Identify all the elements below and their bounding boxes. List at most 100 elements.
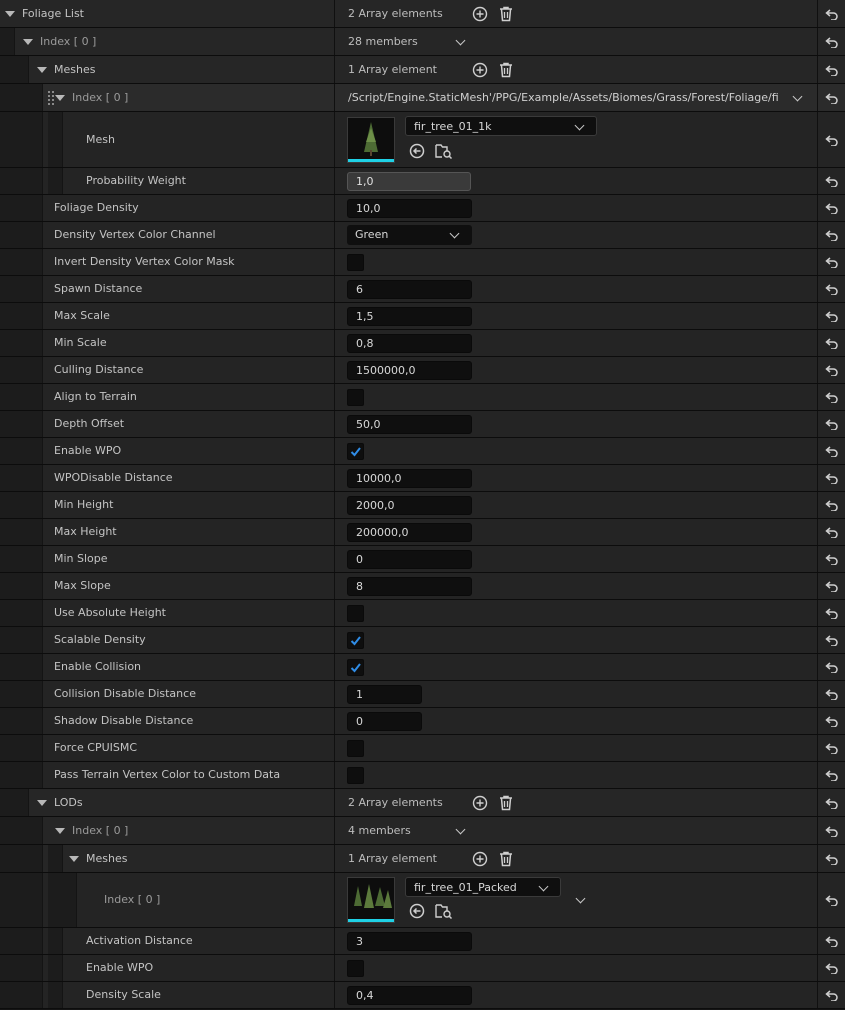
use-selected-asset-icon[interactable] — [409, 903, 425, 922]
reset-to-default-icon[interactable] — [817, 384, 845, 410]
chevron-down-icon[interactable] — [538, 881, 549, 892]
add-element-icon[interactable] — [472, 62, 488, 81]
foliage-list-row: Foliage List 2 Array elements — [0, 0, 845, 28]
expand-arrow-icon[interactable] — [55, 95, 65, 101]
reset-to-default-icon[interactable] — [817, 817, 845, 844]
reset-to-default-icon[interactable] — [817, 168, 845, 194]
spawn-distance-input[interactable]: 6 — [347, 280, 472, 299]
density-vertex-color-channel-select[interactable]: Green — [347, 225, 472, 245]
delete-all-icon[interactable] — [499, 62, 513, 81]
shadow-disable-distance-row: Shadow Disable Distance 0 — [0, 708, 845, 735]
probability-weight-input[interactable]: 1,0 — [347, 172, 471, 191]
max-scale-label: Max Scale — [54, 309, 110, 322]
reset-to-default-icon[interactable] — [817, 627, 845, 653]
reset-to-default-icon[interactable] — [817, 84, 845, 111]
shadow-disable-distance-input[interactable]: 0 — [347, 712, 422, 731]
expand-arrow-icon[interactable] — [37, 800, 47, 806]
chevron-down-icon[interactable] — [455, 35, 466, 46]
delete-all-icon[interactable] — [499, 795, 513, 814]
density-scale-input[interactable]: 0,4 — [347, 986, 472, 1005]
activation-distance-input[interactable]: 3 — [347, 932, 472, 951]
wpodisable-distance-input[interactable]: 10000,0 — [347, 469, 472, 488]
depth-offset-input[interactable]: 50,0 — [347, 415, 472, 434]
expand-arrow-icon[interactable] — [37, 67, 47, 73]
expand-arrow-icon[interactable] — [23, 39, 33, 45]
reset-to-default-icon[interactable] — [817, 519, 845, 545]
reset-to-default-icon[interactable] — [817, 955, 845, 981]
reset-to-default-icon[interactable] — [817, 681, 845, 707]
add-element-icon[interactable] — [472, 6, 488, 25]
invert-density-vertex-color-mask-checkbox[interactable] — [347, 254, 364, 271]
spawn-distance-row: Spawn Distance 6 — [0, 276, 845, 303]
reset-to-default-icon[interactable] — [817, 708, 845, 734]
delete-all-icon[interactable] — [499, 851, 513, 870]
reset-to-default-icon[interactable] — [817, 438, 845, 464]
chevron-down-icon[interactable] — [455, 824, 466, 835]
mesh-asset-picker[interactable]: fir_tree_01_1k — [405, 116, 597, 136]
expand-arrow-icon[interactable] — [55, 828, 65, 834]
scalable-density-checkbox[interactable] — [347, 632, 364, 649]
drag-handle-icon[interactable] — [48, 91, 54, 108]
reset-to-default-icon[interactable] — [817, 546, 845, 572]
min-slope-input[interactable]: 0 — [347, 550, 472, 569]
wpodisable-distance-label: WPODisable Distance — [54, 471, 173, 484]
lod-mesh-asset-picker[interactable]: fir_tree_01_Packed — [405, 877, 561, 897]
chevron-down-icon[interactable] — [792, 91, 803, 102]
reset-to-default-icon[interactable] — [817, 222, 845, 248]
foliage-density-input[interactable]: 10,0 — [347, 199, 472, 218]
force-cpuismc-row: Force CPUISMC — [0, 735, 845, 762]
max-scale-input[interactable]: 1,5 — [347, 307, 472, 326]
reset-to-default-icon[interactable] — [817, 411, 845, 437]
expand-arrow-icon[interactable] — [69, 856, 79, 862]
use-absolute-height-checkbox[interactable] — [347, 605, 364, 622]
max-height-input[interactable]: 200000,0 — [347, 523, 472, 542]
reset-to-default-icon[interactable] — [817, 845, 845, 872]
reset-to-default-icon[interactable] — [817, 195, 845, 221]
enable-wpo-checkbox[interactable] — [347, 443, 364, 460]
reset-to-default-icon[interactable] — [817, 873, 845, 927]
reset-to-default-icon[interactable] — [817, 0, 845, 27]
lod-mesh-thumbnail[interactable] — [347, 877, 395, 923]
add-element-icon[interactable] — [472, 851, 488, 870]
align-to-terrain-checkbox[interactable] — [347, 389, 364, 406]
reset-to-default-icon[interactable] — [817, 56, 845, 83]
delete-all-icon[interactable] — [499, 6, 513, 25]
reset-to-default-icon[interactable] — [817, 465, 845, 491]
enable-wpo-checkbox[interactable] — [347, 960, 364, 977]
chevron-down-icon[interactable] — [574, 120, 585, 131]
mesh-thumbnail[interactable] — [347, 117, 395, 163]
use-selected-asset-icon[interactable] — [409, 143, 425, 162]
reset-to-default-icon[interactable] — [817, 735, 845, 761]
reset-to-default-icon[interactable] — [817, 492, 845, 518]
reset-to-default-icon[interactable] — [817, 600, 845, 626]
enable-collision-checkbox[interactable] — [347, 659, 364, 676]
reset-to-default-icon[interactable] — [817, 654, 845, 680]
add-element-icon[interactable] — [472, 795, 488, 814]
reset-to-default-icon[interactable] — [817, 789, 845, 816]
min-scale-input[interactable]: 0,8 — [347, 334, 472, 353]
collision-disable-distance-input[interactable]: 1 — [347, 685, 422, 704]
reset-to-default-icon[interactable] — [817, 112, 845, 167]
reset-to-default-icon[interactable] — [817, 573, 845, 599]
reset-to-default-icon[interactable] — [817, 357, 845, 383]
probability-weight-label: Probability Weight — [86, 174, 186, 187]
pass-terrain-vertex-color-to-custom-data-checkbox[interactable] — [347, 767, 364, 784]
reset-to-default-icon[interactable] — [817, 762, 845, 788]
expand-arrow-icon[interactable] — [5, 11, 15, 17]
browse-asset-icon[interactable] — [435, 903, 453, 922]
reset-to-default-icon[interactable] — [817, 276, 845, 302]
chevron-down-icon[interactable] — [575, 893, 586, 904]
min-height-input[interactable]: 2000,0 — [347, 496, 472, 515]
max-slope-input[interactable]: 8 — [347, 577, 472, 596]
reset-to-default-icon[interactable] — [817, 982, 845, 1008]
reset-to-default-icon[interactable] — [817, 928, 845, 954]
chevron-down-icon[interactable] — [449, 228, 460, 239]
force-cpuismc-checkbox[interactable] — [347, 740, 364, 757]
culling-distance-input[interactable]: 1500000,0 — [347, 361, 472, 380]
reset-to-default-icon[interactable] — [817, 303, 845, 329]
reset-to-default-icon[interactable] — [817, 330, 845, 356]
reset-to-default-icon[interactable] — [817, 28, 845, 55]
reset-to-default-icon[interactable] — [817, 249, 845, 275]
density-scale-row: Density Scale 0,4 — [0, 982, 845, 1009]
browse-asset-icon[interactable] — [435, 143, 453, 162]
